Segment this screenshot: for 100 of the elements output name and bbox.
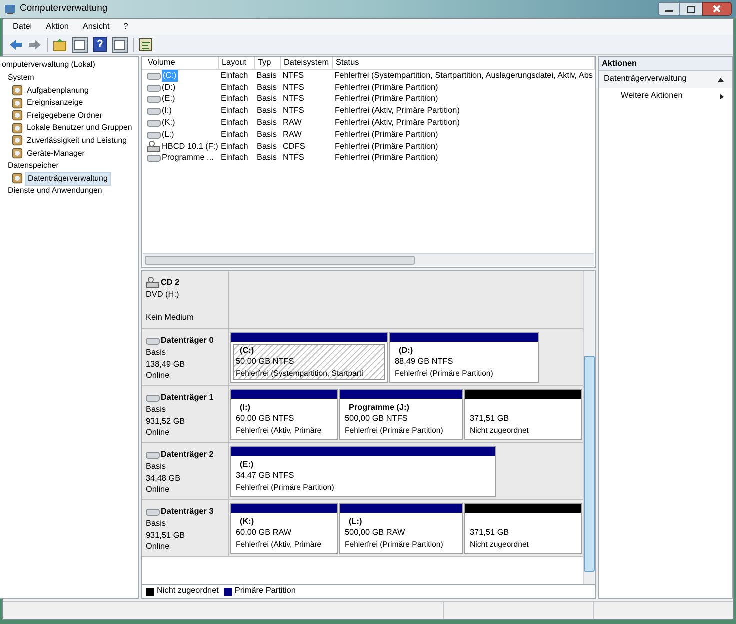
table-cell-text: Basis xyxy=(257,116,278,129)
drive-icon xyxy=(147,119,161,128)
window-title: Computerverwaltung xyxy=(20,2,108,16)
console-tree-icon[interactable] xyxy=(72,36,88,52)
tool-icon xyxy=(12,148,23,159)
table-cell: Einfach xyxy=(221,140,248,153)
back-icon[interactable] xyxy=(9,38,23,50)
column-header[interactable]: Dateisystem xyxy=(281,57,333,69)
disk-name[interactable]: Datenträger 1 xyxy=(161,392,214,404)
window-view-icon[interactable] xyxy=(112,36,128,52)
table-cell-text: RAW xyxy=(283,128,302,141)
actions-title: Aktionen xyxy=(599,57,732,71)
disk-info: 931,51 GB xyxy=(146,530,186,542)
minimize-button[interactable] xyxy=(658,2,680,16)
tool-icon xyxy=(12,135,23,146)
table-cell[interactable]: Programme ... xyxy=(162,152,214,165)
menu-item[interactable]: Aktion xyxy=(46,20,69,34)
table-cell-text: Einfach xyxy=(221,152,248,164)
table-cell[interactable]: (L:) xyxy=(162,128,174,142)
table-cell-text: Basis xyxy=(257,93,278,106)
disk-name[interactable]: Datenträger 2 xyxy=(161,449,214,462)
drive-icon xyxy=(146,508,160,516)
drive-icon xyxy=(147,95,161,104)
table-cell-text: Fehlerfrei (Primäre Partition) xyxy=(335,93,438,106)
partition-size: 500,00 GB RAW xyxy=(345,527,406,538)
disk-info: 34,48 GB xyxy=(146,472,182,484)
disk-info: Online xyxy=(146,370,171,382)
drive-icon xyxy=(147,72,161,80)
tool-icon xyxy=(12,173,23,184)
close-icon xyxy=(713,5,721,13)
drive-icon xyxy=(146,394,160,402)
action-item[interactable]: Weitere Aktionen xyxy=(599,88,732,105)
partition-size: 60,00 GB RAW xyxy=(236,527,293,538)
tool-icon xyxy=(12,84,23,96)
table-cell: CDFS xyxy=(283,140,306,153)
disk-info: Basis xyxy=(146,518,168,530)
table-cell-text: NTFS xyxy=(282,70,304,82)
menu-item[interactable]: ? xyxy=(124,20,128,34)
maximize-icon xyxy=(687,6,695,12)
disk-info: Basis xyxy=(146,404,168,416)
close-button[interactable] xyxy=(702,2,732,16)
table-cell: Fehlerfrei (Primäre Partition) xyxy=(335,140,438,153)
partition-label: (K:) xyxy=(239,516,256,527)
table-cell-text: Einfach xyxy=(220,70,248,82)
table-cell-text: Fehlerfrei (Systempartition, Startpartition, Auslagerungsdatei, Aktiv, Abs xyxy=(334,70,593,82)
action-section[interactable]: Datenträgerverwaltung xyxy=(599,71,732,88)
disk-info: Online xyxy=(146,484,171,496)
disk-name[interactable]: Datenträger 0 xyxy=(161,335,214,348)
table-cell[interactable]: (I:) xyxy=(162,105,172,118)
table-cell-text: Fehlerfrei (Primäre Partition) xyxy=(335,128,438,141)
table-cell-text: Fehlerfrei (Primäre Partition) xyxy=(335,152,438,164)
properties-icon[interactable] xyxy=(139,38,153,52)
disk-info: Basis xyxy=(146,461,168,473)
tool-icon xyxy=(12,122,23,134)
table-cell: Basis xyxy=(257,82,278,94)
legend-label: Nicht zugeordnet xyxy=(157,585,219,598)
table-cell-text: Einfach xyxy=(221,93,248,106)
table-cell[interactable]: (K:) xyxy=(162,116,176,130)
table-cell-text: NTFS xyxy=(283,152,304,164)
column-header[interactable]: Volume xyxy=(145,57,219,69)
app-icon xyxy=(4,3,16,15)
disk-info: Kein Medium xyxy=(146,312,195,324)
table-cell-text: Fehlerfrei (Aktiv, Primäre Partition) xyxy=(335,116,460,129)
table-cell: Einfach xyxy=(221,82,248,94)
partition-label: (D:) xyxy=(398,344,414,356)
submenu-arrow-icon[interactable] xyxy=(720,94,724,100)
table-cell[interactable]: HBCD 10.1 (F:) xyxy=(162,140,218,153)
column-header[interactable]: Typ xyxy=(255,57,281,69)
horizontal-scrollbar[interactable] xyxy=(143,253,594,266)
menu-item[interactable]: Ansicht xyxy=(82,20,110,34)
collapse-icon[interactable] xyxy=(718,78,724,82)
partition-size: 34,47 GB NTFS xyxy=(236,470,296,482)
column-header[interactable]: Layout xyxy=(219,57,255,69)
help-icon[interactable] xyxy=(93,37,107,52)
vertical-scrollbar[interactable] xyxy=(583,271,595,584)
table-cell: Einfach xyxy=(221,105,248,118)
table-cell-text: Basis xyxy=(257,152,278,164)
table-cell[interactable]: (E:) xyxy=(162,93,176,106)
folder-up-icon[interactable] xyxy=(53,38,67,52)
tool-icon xyxy=(12,110,23,122)
disk-info: DVD (H:) xyxy=(146,289,180,301)
table-cell-text: Basis xyxy=(256,70,277,82)
table-cell[interactable]: (D:) xyxy=(162,82,176,94)
disk-name[interactable]: CD 2 xyxy=(161,277,180,290)
table-cell-text: RAW xyxy=(283,116,302,129)
drive-icon xyxy=(146,337,160,346)
partition-label: (I:) xyxy=(239,402,252,413)
drive-icon xyxy=(147,107,161,116)
menu-item[interactable]: Datei xyxy=(13,20,32,34)
table-cell-text: Einfach xyxy=(221,116,248,129)
table-cell: Fehlerfrei (Primäre Partition) xyxy=(335,82,438,94)
forward-icon[interactable] xyxy=(28,38,42,50)
partition-label: (E:) xyxy=(239,458,255,470)
drive-icon xyxy=(147,84,161,92)
disk-name[interactable]: Datenträger 3 xyxy=(161,506,214,518)
partition-size: 60,00 GB NTFS xyxy=(236,413,296,424)
disk-info: 931,52 GB xyxy=(146,416,186,428)
column-header[interactable]: Status xyxy=(333,57,595,69)
table-cell: Basis xyxy=(257,105,278,118)
maximize-button[interactable] xyxy=(680,2,702,16)
